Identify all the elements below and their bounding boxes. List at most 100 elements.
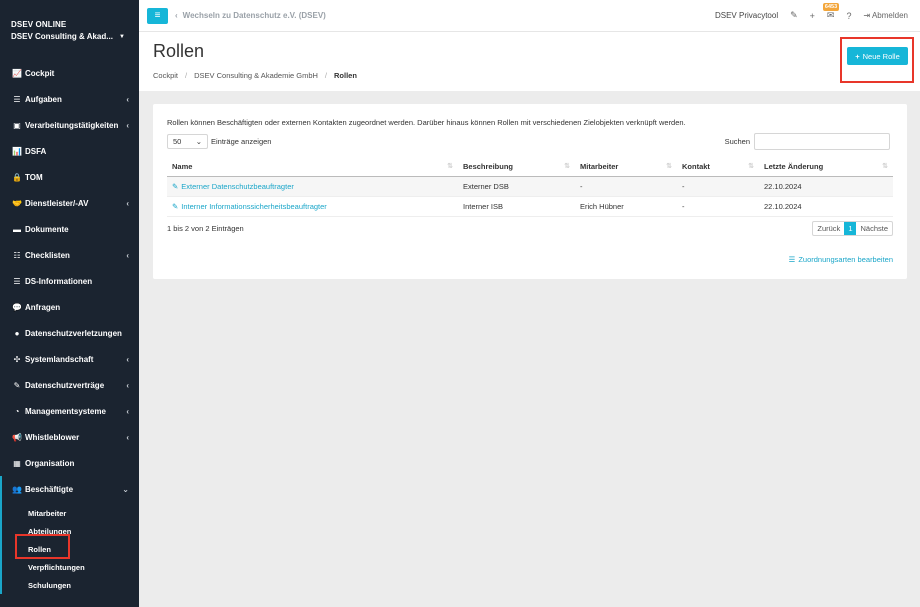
pagination: Zurück 1 Nächste — [812, 221, 893, 236]
search-control: Suchen — [725, 133, 890, 150]
sidebar-item-label: DS-Informationen — [25, 276, 93, 286]
sidebar-item-dsfa[interactable]: 📊 DSFA — [0, 138, 139, 164]
role-link[interactable]: ✎ Externer Datenschutzbeauftragter — [172, 182, 294, 191]
breadcrumb-org[interactable]: DSEV Consulting & Akademie GmbH — [194, 71, 318, 80]
col-name[interactable]: Name ⇅ — [167, 157, 458, 177]
rollen-highlight-box — [15, 534, 70, 559]
cell-letzte-aenderung: 22.10.2024 — [759, 176, 893, 197]
col-mitarbeiter-label: Mitarbeiter — [580, 161, 619, 171]
sidebar-item-label: Datenschutzverträge — [25, 380, 105, 390]
page-length-control: 50 ⌄ Einträge anzeigen — [167, 134, 271, 149]
caret-down-icon: ▼ — [118, 33, 125, 40]
brand[interactable]: DSEV ONLINE DSEV Consulting & Akad... ▼ — [11, 20, 125, 41]
sidebar-item-cockpit[interactable]: 📈 Cockpit — [0, 60, 139, 86]
sidebar-item-ds-informationen[interactable]: ☰ DS-Informationen — [0, 268, 139, 294]
new-role-button[interactable]: + Neue Rolle — [847, 47, 908, 65]
search-input[interactable] — [754, 133, 890, 150]
table-row: ✎ Externer Datenschutzbeauftragter Extern… — [167, 176, 893, 197]
topbar: ≡ ‹ Wechseln zu Datenschutz e.V. (DSEV) D… — [139, 0, 920, 32]
sidebar-item-dienstleister-av[interactable]: 🤝 Dienstleister/-AV ‹ — [0, 190, 139, 216]
sidebar-item-dokumente[interactable]: ▬ Dokumente — [0, 216, 139, 242]
cell-name: ✎ Interner Informationssicherheitsbeauftr… — [167, 196, 458, 217]
plus-icon[interactable]: + — [810, 11, 815, 21]
chart-icon: 📊 — [12, 146, 22, 156]
chevron-left-icon: ‹ — [126, 432, 129, 442]
col-letzte-aenderung-label: Letzte Änderung — [764, 161, 824, 171]
col-beschreibung[interactable]: Beschreibung ⇅ — [458, 157, 575, 177]
cell-name: ✎ Externer Datenschutzbeauftragter — [167, 176, 458, 197]
page-title: Rollen — [153, 41, 205, 61]
page-length-select[interactable]: 50 ⌄ — [167, 134, 208, 149]
breadcrumb: Cockpit / DSEV Consulting & Akademie Gmb… — [153, 71, 357, 80]
sidebar-item-beschäftigte[interactable]: 👥 Beschäftigte ⌄ — [0, 476, 139, 502]
breadcrumb-separator: / — [324, 71, 328, 80]
col-kontakt-label: Kontakt — [682, 161, 710, 171]
sidebar-item-whistleblower[interactable]: 📢 Whistleblower ‹ — [0, 424, 139, 450]
chevron-left-icon: ‹ — [175, 11, 178, 20]
role-name: Externer Datenschutzbeauftragter — [181, 181, 294, 191]
sidebar-item-label: Dienstleister/-AV — [25, 198, 89, 208]
search-label: Suchen — [724, 137, 750, 146]
briefcase-icon: ▣ — [13, 120, 21, 130]
cell-kontakt: - — [677, 196, 759, 217]
exclamation-icon: ● — [14, 328, 20, 338]
breadcrumb-cockpit[interactable]: Cockpit — [153, 71, 178, 80]
help-icon[interactable]: ? — [846, 11, 851, 21]
chevron-down-icon: ⌄ — [195, 137, 202, 146]
checklist-icon: ☷ — [13, 250, 21, 260]
logout-button[interactable]: ⇥ Abmelden — [863, 11, 908, 20]
network-icon: ✣ — [13, 354, 21, 364]
hamburger-menu-button[interactable]: ≡ — [147, 8, 168, 24]
edit-assignment-types-label: Zuordnungsarten bearbeiten — [798, 255, 893, 264]
pagination-next[interactable]: Nächste — [856, 222, 892, 235]
org-switcher[interactable]: DSEV Consulting & Akad... ▼ — [11, 32, 125, 41]
brand-title: DSEV ONLINE — [11, 20, 67, 29]
sort-icon: ⇅ — [748, 163, 754, 170]
sidebar-item-label: Datenschutzverletzungen — [25, 328, 122, 338]
handshake-icon: 🤝 — [12, 198, 22, 208]
edit-icon: ✎ — [172, 201, 179, 211]
pagination-prev[interactable]: Zurück — [813, 222, 844, 235]
sidebar-item-organisation[interactable]: ▦ Organisation — [0, 450, 139, 476]
sidebar-item-managementsysteme[interactable]: ◔ Managementsysteme ‹ — [0, 398, 139, 424]
sidebar-item-verarbeitungstätigkeiten[interactable]: ▣ Verarbeitungstätigkeiten ‹ — [0, 112, 139, 138]
sidebar-item-datenschutzverträge[interactable]: ✎ Datenschutzverträge ‹ — [0, 372, 139, 398]
chevron-left-icon: ‹ — [126, 354, 129, 364]
sidebar-item-aufgaben[interactable]: ☰ Aufgaben ‹ — [0, 86, 139, 112]
sidebar-item-label: Anfragen — [25, 302, 61, 312]
sidebar-item-checklisten[interactable]: ☷ Checklisten ‹ — [0, 242, 139, 268]
info-list-icon: ☰ — [13, 276, 21, 286]
gauge-icon: ◔ — [14, 406, 20, 416]
switch-org-link[interactable]: ‹ Wechseln zu Datenschutz e.V. (DSEV) — [175, 11, 326, 20]
subnav-item-verpflichtungen[interactable]: Verpflichtungen — [2, 558, 139, 576]
edit-icon[interactable]: ✎ — [790, 10, 798, 21]
chevron-down-icon: ⌄ — [122, 484, 129, 494]
chevron-left-icon: ‹ — [126, 94, 129, 104]
sidebar-item-systemlandschaft[interactable]: ✣ Systemlandschaft ‹ — [0, 346, 139, 372]
sort-icon: ⇅ — [447, 163, 453, 170]
edit-assignment-types-link[interactable]: ☰ Zuordnungsarten bearbeiten — [789, 255, 893, 264]
contract-icon: ✎ — [13, 380, 21, 390]
tool-label: DSEV Privacytool — [714, 11, 779, 20]
subnav-item-schulungen[interactable]: Schulungen — [2, 576, 139, 594]
inbox-icon[interactable]: ✉ 6453 — [822, 3, 840, 21]
col-kontakt[interactable]: Kontakt ⇅ — [677, 157, 759, 177]
switch-org-label: Wechseln zu Datenschutz e.V. (DSEV) — [182, 11, 326, 20]
sidebar-item-tom[interactable]: 🔒 TOM — [0, 164, 139, 190]
roles-table: Name ⇅ Beschreibung ⇅ Mitarbeiter ⇅ Kontakt… — [167, 157, 893, 217]
sidebar-item-datenschutzverletzungen[interactable]: ● Datenschutzverletzungen — [0, 320, 139, 346]
chevron-left-icon: ‹ — [126, 406, 129, 416]
sort-icon: ⇅ — [666, 163, 672, 170]
col-mitarbeiter[interactable]: Mitarbeiter ⇅ — [575, 157, 677, 177]
sidebar-item-label: Managementsysteme — [25, 406, 106, 416]
folder-icon: ▬ — [13, 224, 21, 234]
col-letzte-aenderung[interactable]: Letzte Änderung ⇅ — [759, 157, 893, 177]
sidebar-item-label: Beschäftigte — [25, 484, 74, 494]
pagination-current[interactable]: 1 — [844, 222, 857, 235]
subnav-item-mitarbeiter[interactable]: Mitarbeiter — [2, 504, 139, 522]
breadcrumb-separator: / — [185, 71, 188, 80]
cell-mitarbeiter: - — [575, 176, 677, 197]
topbar-actions: DSEV Privacytool ✎ + ✉ 6453 ? ⇥ Abmelden — [703, 3, 908, 21]
sidebar-item-anfragen[interactable]: 💬 Anfragen — [0, 294, 139, 320]
role-link[interactable]: ✎ Interner Informationssicherheitsbeauftr… — [172, 202, 327, 211]
